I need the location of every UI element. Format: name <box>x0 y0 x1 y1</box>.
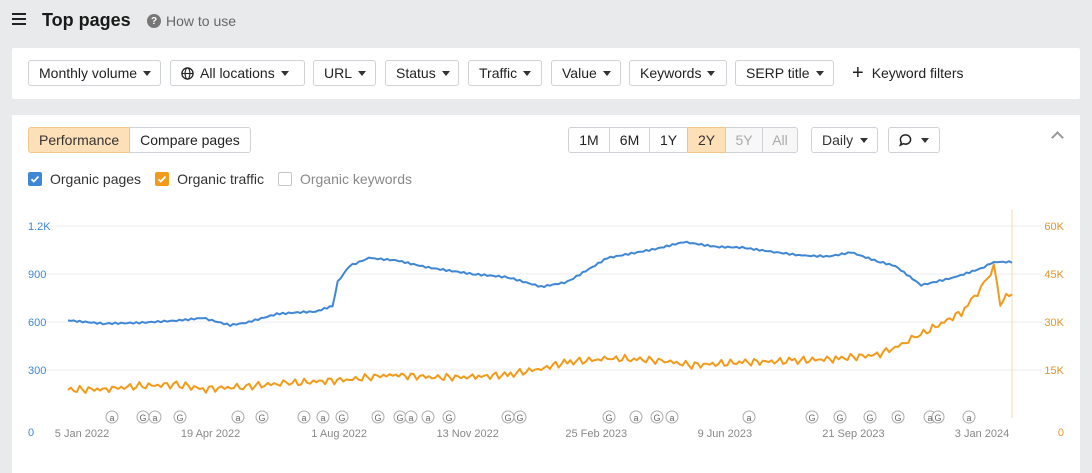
filter-status[interactable]: Status <box>385 60 459 86</box>
marker-glyph: G <box>504 413 511 423</box>
y-left-tick-label: 600 <box>28 317 46 329</box>
marker-glyph: a <box>301 413 306 423</box>
caret-down-icon <box>358 70 367 76</box>
keyword-filters-label: Keyword filters <box>871 65 964 81</box>
range-2y[interactable]: 2Y <box>687 127 726 153</box>
x-tick-label: 3 Jan 2024 <box>955 428 1009 440</box>
marker-glyph: G <box>374 413 381 423</box>
y-right-tick-label: 45K <box>1044 269 1064 281</box>
filter-value[interactable]: Value <box>551 60 621 86</box>
marker-glyph: G <box>866 413 873 423</box>
marker-glyph: a <box>746 413 751 423</box>
x-tick-label: 19 Apr 2022 <box>181 428 240 440</box>
marker-glyph: G <box>934 413 941 423</box>
x-tick-label: 13 Nov 2022 <box>437 428 499 440</box>
filter-label: Keywords <box>640 65 702 81</box>
help-icon: ? <box>147 14 161 28</box>
menu-icon[interactable] <box>12 13 26 25</box>
how-to-use-label: How to use <box>166 13 237 29</box>
marker-glyph: G <box>176 413 183 423</box>
y-left-tick-label: 1.2K <box>28 221 51 233</box>
y-left-tick-label: 0 <box>28 427 34 439</box>
x-tick-label: 21 Sep 2023 <box>822 428 884 440</box>
x-tick-label: 1 Aug 2022 <box>311 428 367 440</box>
caret-down-icon <box>280 70 289 76</box>
filter-label: SERP title <box>746 65 810 81</box>
x-tick-label: 25 Feb 2023 <box>565 428 627 440</box>
marker-glyph: G <box>605 413 612 423</box>
keyword-filters-button[interactable]: + Keyword filters <box>852 60 964 86</box>
marker-glyph: G <box>338 413 345 423</box>
y-right-tick-label: 15K <box>1044 365 1064 377</box>
caret-down-icon <box>523 70 532 76</box>
page-title: Top pages <box>42 10 131 30</box>
plus-icon: + <box>852 62 864 84</box>
marker-glyph: G <box>396 413 403 423</box>
marker-glyph: G <box>894 413 901 423</box>
filter-traffic[interactable]: Traffic <box>468 60 542 86</box>
performance-chart: 0 0 300 15K 600 30K 900 45K 1.2K 60K 5 Jan 2022 19 … <box>28 210 1065 440</box>
y-left-tick-label: 300 <box>28 365 46 377</box>
tab-performance[interactable]: Performance <box>28 127 131 153</box>
marker-glyph: G <box>258 413 265 423</box>
top-bar: Top pages ? How to use <box>0 0 1092 42</box>
marker-glyph: a <box>152 413 157 423</box>
filter-label: All locations <box>200 65 275 81</box>
caret-down-icon <box>441 70 450 76</box>
y-right-tick-label: 30K <box>1044 317 1064 329</box>
marker-glyph: a <box>320 413 325 423</box>
marker-glyph: a <box>633 413 638 423</box>
filter-url[interactable]: URL <box>313 60 376 86</box>
caret-down-icon <box>707 70 716 76</box>
y-right-tick-label: 0 <box>1058 427 1064 439</box>
filter-label: Traffic <box>479 65 518 81</box>
how-to-use-link[interactable]: ? How to use <box>147 13 236 29</box>
marker-glyph: G <box>653 413 660 423</box>
marker-glyph: a <box>425 413 430 423</box>
filter-locations[interactable]: All locations <box>170 60 305 86</box>
marker-glyph: G <box>808 413 815 423</box>
globe-icon <box>181 66 194 80</box>
marker-glyph: G <box>445 413 452 423</box>
filter-keywords[interactable]: Keywords <box>629 60 727 86</box>
x-tick-label: 5 Jan 2022 <box>55 428 109 440</box>
marker-glyph: a <box>408 413 413 423</box>
performance-panel: Performance Compare pages 1M 6M 1Y 2Y 5Y… <box>12 115 1080 473</box>
filter-label: URL <box>324 65 353 81</box>
filter-label: Monthly volume <box>39 65 138 81</box>
organic-pages-line <box>67 240 1013 327</box>
filter-monthly-volume[interactable]: Monthly volume <box>28 60 161 86</box>
caret-down-icon <box>143 70 152 76</box>
caret-down-icon <box>602 70 611 76</box>
y-right-tick-label: 60K <box>1044 221 1064 233</box>
marker-glyph: G <box>139 413 146 423</box>
filter-serp-title[interactable]: SERP title <box>735 60 834 86</box>
y-left-tick-label: 900 <box>28 269 46 281</box>
marker-glyph: a <box>235 413 240 423</box>
marker-glyph: G <box>516 413 523 423</box>
caret-down-icon <box>815 70 824 76</box>
x-tick-label: 9 Jun 2023 <box>698 428 752 440</box>
marker-glyph: a <box>966 413 971 423</box>
filter-bar: Monthly volume All locations URL Status … <box>12 48 1080 99</box>
filter-label: Status <box>396 65 436 81</box>
marker-glyph: G <box>836 413 843 423</box>
marker-glyph: a <box>669 413 674 423</box>
marker-glyph: a <box>109 413 114 423</box>
filter-label: Value <box>562 65 597 81</box>
organic-traffic-line <box>67 263 1013 394</box>
